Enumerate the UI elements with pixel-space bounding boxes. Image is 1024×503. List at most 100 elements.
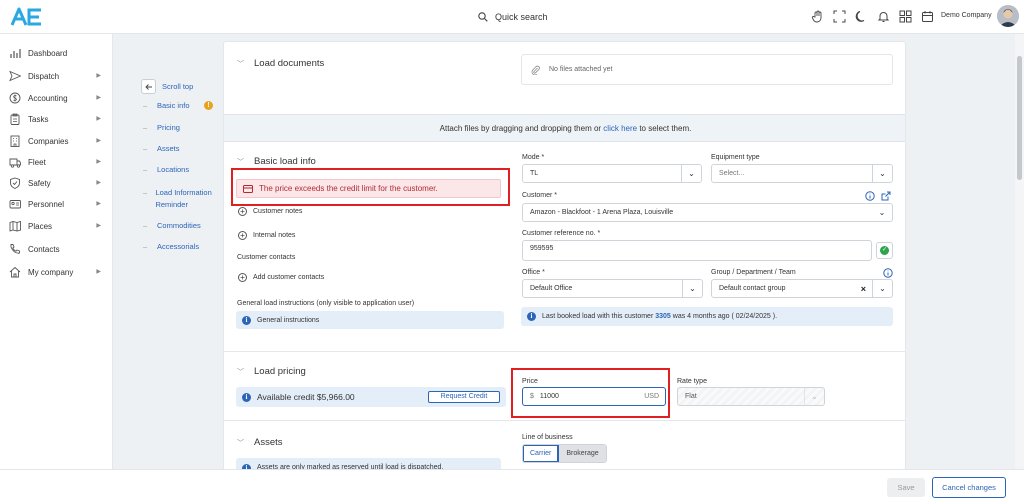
chevron-down-icon: ⌄ [682, 280, 702, 297]
add-contacts-button[interactable]: + Add customer contacts [238, 273, 324, 282]
chevron-down-icon: ﹀ [237, 368, 244, 376]
customer-notes-toggle[interactable]: + Customer notes [238, 207, 302, 216]
last-booked-load-link[interactable]: 3305 [655, 313, 671, 320]
assets-header[interactable]: ﹀ Assets [237, 437, 283, 448]
mode-select[interactable]: TL ⌄ [522, 164, 702, 183]
sidebar-item-fleet[interactable]: Fleet ▶ [9, 155, 105, 169]
subnav-accessorials[interactable]: – Accessorials [143, 242, 199, 251]
rate-type-label: Rate type [677, 378, 707, 385]
equipment-select[interactable]: Select... ⌄ [711, 164, 893, 183]
scrollbar-thumb[interactable] [1017, 56, 1022, 180]
line-of-business-toggle: Carrier Brokerage [522, 444, 607, 463]
sidebar-item-safety[interactable]: Safety ▶ [9, 176, 105, 190]
sidebar-item-label: Companies [28, 136, 69, 146]
lob-brokerage-option[interactable]: Brokerage [559, 445, 606, 462]
reference-input[interactable]: 959595 [522, 240, 872, 261]
group-value: Default contact group [719, 285, 786, 292]
group-select[interactable]: Default contact group × ⌄ [711, 279, 893, 298]
app-logo[interactable] [10, 6, 44, 28]
external-link-icon[interactable] [881, 191, 891, 201]
apps-grid-icon[interactable] [899, 10, 912, 23]
clear-icon[interactable]: × [861, 284, 866, 294]
page-scrollbar[interactable] [1015, 34, 1024, 469]
save-button[interactable]: Save [887, 478, 925, 497]
general-instructions-button[interactable]: i General instructions [236, 311, 504, 329]
fullscreen-icon[interactable] [833, 10, 846, 23]
sidebar-item-places[interactable]: Places ▶ [9, 219, 105, 233]
info-circle-icon[interactable] [865, 191, 875, 201]
line-of-business-label: Line of business [522, 434, 573, 441]
customer-select[interactable]: Amazon - Blackfoot - 1 Arena Plaza, Loui… [522, 203, 893, 222]
paperclip-icon [531, 65, 540, 75]
chevron-right-icon: ▶ [96, 116, 101, 122]
scroll-top-link[interactable]: Scroll top [162, 82, 193, 91]
arrow-left-icon [144, 83, 152, 90]
id-card-icon [9, 198, 21, 210]
available-credit-text: Available credit $5,966.00 [257, 392, 355, 402]
internal-notes-toggle[interactable]: + Internal notes [238, 231, 295, 240]
sidebar-item-contacts[interactable]: Contacts [9, 242, 105, 256]
sidebar-item-label: My company [28, 267, 74, 277]
sidebar-item-accounting[interactable]: Accounting ▶ [9, 91, 105, 105]
sidebar-item-label: Accounting [28, 93, 68, 103]
sidebar-item-dashboard[interactable]: Dashboard [9, 46, 105, 60]
sidebar: Dashboard Dispatch ▶ Accounting ▶ Tasks ▶ Compa… [0, 34, 113, 469]
sidebar-item-tasks[interactable]: Tasks ▶ [9, 112, 105, 126]
company-name[interactable]: Demo Company [941, 12, 992, 19]
plus-circle-icon: + [238, 207, 247, 216]
office-select[interactable]: Default Office ⌄ [522, 279, 703, 298]
subnav-pricing[interactable]: – Pricing [143, 123, 180, 132]
customer-value: Amazon - Blackfoot - 1 Arena Plaza, Loui… [530, 209, 674, 216]
load-pricing-header[interactable]: ﹀ Load pricing [237, 366, 306, 377]
moon-icon[interactable] [855, 10, 868, 23]
subnav-commodities[interactable]: – Commodities [143, 221, 201, 230]
sidebar-item-my-company[interactable]: My company ▶ [9, 265, 105, 279]
subnav-basic-info[interactable]: – Basic info [143, 101, 190, 110]
chevron-right-icon: ▶ [96, 201, 101, 207]
hand-icon[interactable] [811, 10, 824, 23]
equipment-placeholder: Select... [719, 170, 745, 177]
basic-info-header[interactable]: ﹀ Basic load info [237, 156, 316, 167]
rate-type-select[interactable]: Flat ⌄ [677, 387, 825, 406]
sidebar-item-dispatch[interactable]: Dispatch ▶ [9, 69, 105, 83]
sidebar-item-companies[interactable]: Companies ▶ [9, 134, 105, 148]
subnav-locations[interactable]: – Locations [143, 165, 189, 174]
sidebar-item-label: Contacts [28, 244, 60, 254]
chevron-right-icon: ▶ [96, 223, 101, 229]
scroll-top-button[interactable] [141, 79, 156, 94]
file-dropzone[interactable]: Attach files by dragging and dropping th… [224, 114, 905, 142]
load-documents-header[interactable]: ﹀ Load documents [237, 58, 324, 69]
chevron-right-icon: ▶ [96, 269, 101, 275]
section-title: Load documents [254, 58, 325, 69]
office-label: Office * [522, 269, 545, 276]
section-title: Load pricing [254, 366, 306, 377]
subnav-assets[interactable]: – Assets [143, 144, 180, 153]
chevron-right-icon: ▶ [96, 95, 101, 101]
sidebar-item-label: Tasks [28, 114, 49, 124]
subnav-label: Load Information Reminder [155, 188, 212, 209]
reference-validate-button[interactable]: ✓ [876, 242, 893, 259]
customer-notes-label: Customer notes [253, 208, 303, 215]
info-icon: i [527, 312, 536, 321]
reference-label: Customer reference no. * [522, 230, 601, 237]
avatar[interactable] [997, 5, 1019, 27]
cancel-changes-button[interactable]: Cancel changes [932, 477, 1006, 498]
calendar-icon[interactable] [921, 10, 934, 23]
info-circle-icon[interactable] [883, 268, 893, 278]
request-credit-button[interactable]: Request Credit [428, 391, 500, 403]
dollar-icon [9, 92, 21, 104]
section-nav: Scroll top – Basic info ! – Pricing – Asset… [113, 34, 223, 469]
section-title: Basic load info [254, 156, 316, 167]
quick-search[interactable]: Quick search [478, 10, 548, 24]
attach-text-prefix: Attach files by dragging and dropping th… [439, 124, 604, 133]
subnav-load-information-reminder[interactable]: – Load Information Reminder [143, 187, 223, 211]
sidebar-item-personnel[interactable]: Personnel ▶ [9, 197, 105, 211]
highlight-frame-alert [231, 168, 510, 206]
chevron-down-icon: ⌄ [878, 208, 886, 217]
click-here-link[interactable]: click here [603, 124, 637, 133]
chevron-down-icon: ﹀ [237, 158, 244, 166]
bell-icon[interactable] [877, 10, 890, 23]
chevron-down-icon: ⌄ [804, 388, 824, 405]
chevron-right-icon: ▶ [96, 180, 101, 186]
lob-carrier-option[interactable]: Carrier [523, 445, 560, 462]
